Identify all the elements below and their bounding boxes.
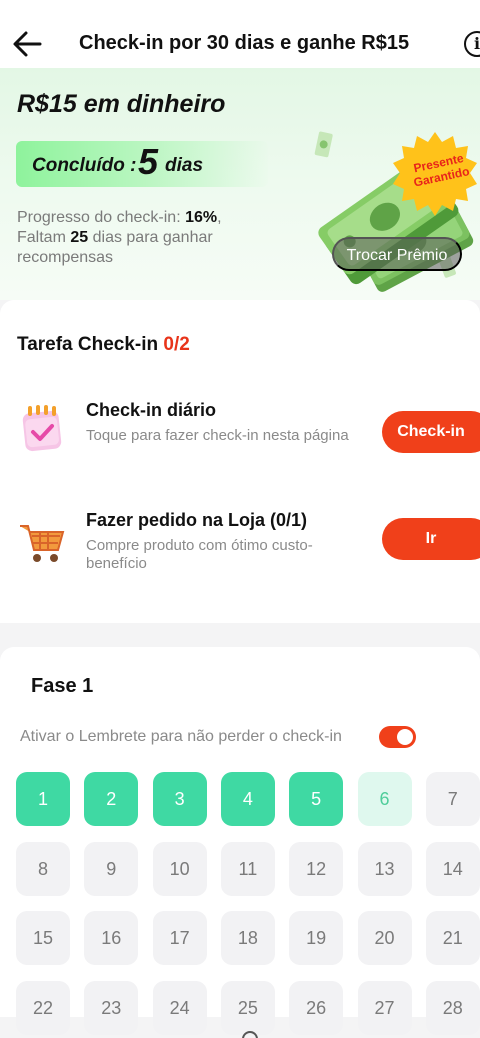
day-cell-26[interactable]: 26 xyxy=(289,980,344,1035)
progress-text: Progresso do check-in: 16%, Faltam 25 di… xyxy=(17,209,222,266)
day-cell-14[interactable]: 14 xyxy=(425,841,480,896)
day-cell-28[interactable]: 28 xyxy=(425,980,480,1035)
day-cell-19[interactable]: 19 xyxy=(289,911,344,965)
task-row-store-order: Fazer pedido na Loja (0/1) Compre produt… xyxy=(0,510,480,590)
day-cell-5[interactable]: 5 xyxy=(289,772,344,826)
remaining-days: 25 xyxy=(70,229,89,246)
day-cell-27[interactable]: 27 xyxy=(357,980,412,1035)
task-progress-count: 0/2 xyxy=(163,334,190,355)
progress-value: 16% xyxy=(185,209,218,226)
task-row-daily-checkin: Check-in diário Toque para fazer check-i… xyxy=(0,400,480,480)
day-cell-23[interactable]: 23 xyxy=(84,980,139,1035)
completed-days-pill: Concluído : 5 dias xyxy=(16,141,268,187)
day-cell-24[interactable]: 24 xyxy=(152,980,207,1035)
day-cell-22[interactable]: 22 xyxy=(16,980,70,1035)
calendar-check-icon xyxy=(22,405,62,452)
day-cell-8[interactable]: 8 xyxy=(16,841,70,896)
day-cell-17[interactable]: 17 xyxy=(152,911,207,965)
day-cell-11[interactable]: 11 xyxy=(220,841,275,896)
day-cell-10[interactable]: 10 xyxy=(152,841,207,896)
info-icon[interactable]: i xyxy=(464,31,480,57)
day-cell-9[interactable]: 9 xyxy=(84,841,139,896)
completed-days-unit: dias xyxy=(165,155,204,176)
day-cell-1[interactable]: 1 xyxy=(16,772,70,826)
day-cell-16[interactable]: 16 xyxy=(84,911,139,965)
day-cell-21[interactable]: 21 xyxy=(425,911,480,965)
phase-card: Fase 1 Ativar o Lembrete para não perder… xyxy=(0,647,480,1035)
completed-label: Concluído : xyxy=(32,155,137,176)
remaining-prefix: Faltam xyxy=(17,229,66,246)
day-cell-7[interactable]: 7 xyxy=(425,772,480,826)
day-cell-4[interactable]: 4 xyxy=(220,772,275,826)
day-cell-6[interactable]: 6 xyxy=(357,772,412,826)
task-description: Compre produto com ótimo custo-benefício xyxy=(86,537,313,572)
progress-label: Progresso do check-in: xyxy=(17,209,181,226)
exchange-prize-button[interactable]: Trocar Prêmio xyxy=(332,237,462,271)
day-cell-25[interactable]: 25 xyxy=(220,980,275,1035)
day-cell-18[interactable]: 18 xyxy=(220,911,275,965)
toggle-knob xyxy=(397,729,413,745)
go-button[interactable]: Ir xyxy=(382,518,480,560)
day-cell-3[interactable]: 3 xyxy=(152,772,207,826)
day-cell-12[interactable]: 12 xyxy=(289,841,344,896)
reminder-label: Ativar o Lembrete para não perder o chec… xyxy=(20,728,342,745)
day-cell-13[interactable]: 13 xyxy=(357,841,412,896)
day-cell-2[interactable]: 2 xyxy=(84,772,139,826)
checkin-button[interactable]: Check-in xyxy=(382,411,480,453)
task-section-heading: Tarefa Check-in 0/2 xyxy=(17,334,190,356)
page-title: Check-in por 30 dias e ganhe R$15 xyxy=(79,32,410,54)
back-arrow-icon[interactable] xyxy=(10,28,46,60)
task-title: Check-in diário xyxy=(86,400,217,420)
reward-title: R$15 em dinheiro xyxy=(17,90,226,118)
reminder-toggle[interactable] xyxy=(379,726,416,748)
shopping-cart-icon xyxy=(20,525,65,562)
day-cell-20[interactable]: 20 xyxy=(357,911,412,965)
day-cell-15[interactable]: 15 xyxy=(16,911,70,965)
task-title: Fazer pedido na Loja (0/1) xyxy=(86,510,308,530)
task-heading-label: Tarefa Check-in xyxy=(17,334,159,355)
phase-title: Fase 1 xyxy=(31,675,94,697)
completed-days-count: 5 xyxy=(138,141,159,182)
checkin-task-card: Tarefa Check-in 0/2 Check-in diário Toqu… xyxy=(0,300,480,623)
task-description: Toque para fazer check-in nesta página xyxy=(86,427,349,444)
